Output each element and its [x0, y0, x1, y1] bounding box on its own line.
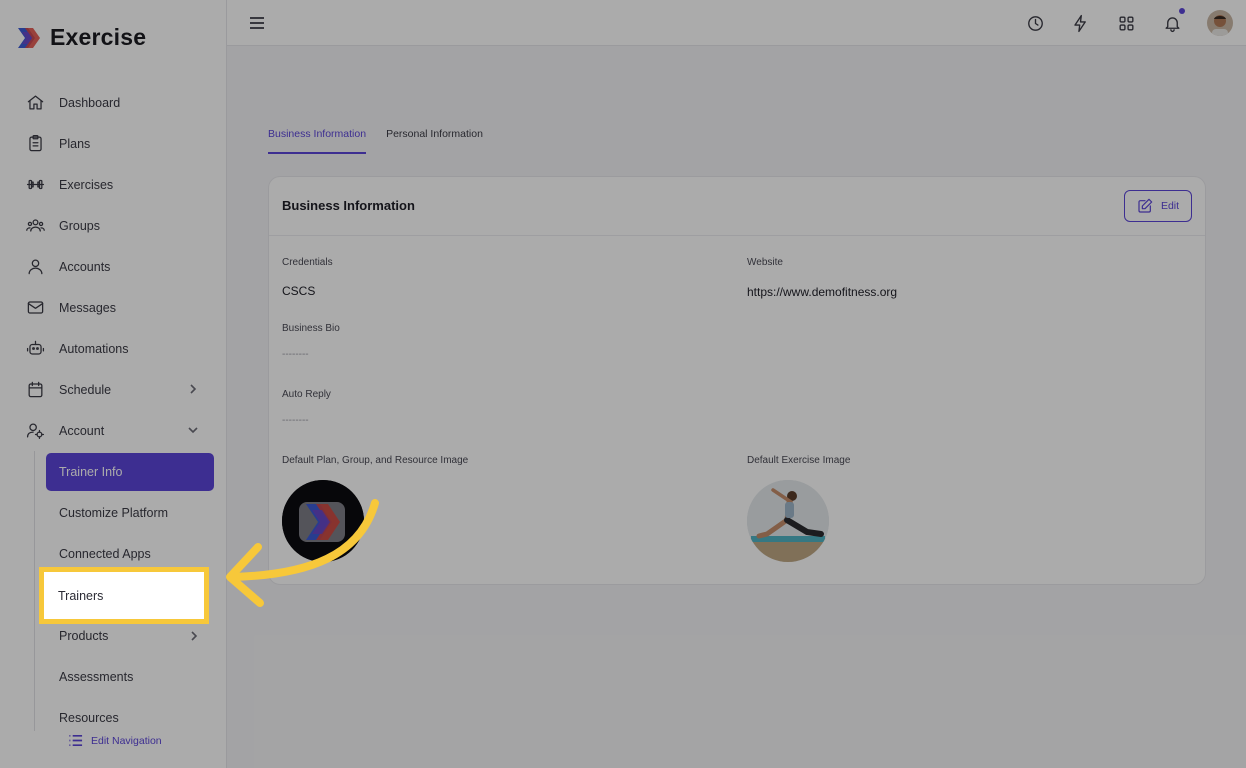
clipboard-icon [25, 134, 45, 154]
tab-business-information[interactable]: Business Information [268, 128, 367, 154]
hamburger-icon [250, 17, 264, 29]
subnav-item-customize-platform[interactable]: Customize Platform [46, 494, 214, 532]
credentials-label: Credentials [282, 257, 333, 268]
default-plan-image-label: Default Plan, Group, and Resource Image [282, 455, 469, 466]
business-information-card: Business Information Edit Credentials CS… [268, 176, 1206, 585]
robot-icon [25, 339, 45, 359]
nav-item-label: Schedule [59, 382, 112, 397]
brand[interactable]: Exercise [16, 24, 146, 51]
menu-toggle-button[interactable] [247, 13, 267, 33]
nav-item-groups[interactable]: Groups [0, 205, 227, 246]
chevron-down-icon [187, 424, 199, 436]
card-header: Business Information Edit [269, 177, 1205, 236]
auto-reply-value: -------- [282, 415, 309, 426]
edit-label: Edit [1160, 200, 1180, 212]
info-tabs: Business Information Personal Informatio… [268, 128, 483, 154]
edit-navigation-label: Edit Navigation [91, 734, 162, 747]
edit-button[interactable]: Edit [1124, 190, 1192, 222]
edit-navigation-link[interactable]: Edit Navigation [68, 733, 162, 748]
nav-item-schedule[interactable]: Schedule [0, 369, 227, 410]
nav-item-dashboard[interactable]: Dashboard [0, 82, 227, 123]
grid-icon [1118, 15, 1134, 31]
topbar [227, 0, 1246, 46]
nav-item-automations[interactable]: Automations [0, 328, 227, 369]
subnav-item-label: Products [59, 629, 109, 643]
nav-item-label: Plans [59, 136, 91, 151]
history-button[interactable] [1024, 12, 1046, 34]
tab-personal-information[interactable]: Personal Information [386, 128, 483, 154]
subnav-item-assessments[interactable]: Assessments [46, 658, 214, 696]
subnav-item-resources[interactable]: Resources [46, 699, 214, 737]
exercise-photo-image [747, 480, 829, 562]
brand-name: Exercise [50, 24, 147, 50]
nav-item-account[interactable]: Account [0, 410, 227, 451]
apps-button[interactable] [1115, 12, 1137, 34]
default-exercise-image-label: Default Exercise Image [747, 455, 851, 466]
notification-dot [1179, 8, 1185, 14]
user-icon [25, 257, 45, 277]
notifications-button[interactable] [1161, 8, 1185, 34]
nav-item-label: Account [59, 423, 105, 438]
clock-icon [1027, 15, 1043, 31]
nav-item-exercises[interactable]: Exercises [0, 164, 227, 205]
business-bio-value: -------- [282, 349, 309, 360]
nav-item-label: Dashboard [59, 95, 121, 110]
credentials-value: CSCS [282, 284, 316, 298]
user-avatar[interactable] [1207, 10, 1233, 36]
brand-logo-image [282, 480, 364, 562]
subnav-item-trainers[interactable]: Trainers [39, 567, 209, 624]
nav-item-label: Groups [59, 218, 100, 233]
nav-item-plans[interactable]: Plans [0, 123, 227, 164]
nav-item-accounts[interactable]: Accounts [0, 246, 227, 287]
nav-item-label: Accounts [59, 259, 111, 274]
users-icon [25, 216, 45, 236]
brand-logo-icon [18, 27, 40, 48]
sidebar: Exercise Dashboard Plans Exercises Group… [0, 0, 227, 768]
mail-icon [25, 298, 45, 318]
chevron-right-icon [187, 383, 199, 395]
list-icon [69, 734, 83, 747]
user-gear-icon [25, 421, 45, 441]
avatar-image [1207, 10, 1233, 36]
bell-icon [1164, 16, 1180, 32]
calendar-icon [25, 380, 45, 400]
dumbbell-icon [25, 175, 45, 195]
website-value: https://www.demofitness.org [747, 285, 898, 299]
subnav-item-trainer-info[interactable]: Trainer Info [46, 453, 214, 491]
quick-actions-button[interactable] [1069, 12, 1091, 34]
edit-icon [1138, 198, 1153, 213]
default-plan-image[interactable] [282, 480, 364, 562]
nav-item-label: Messages [59, 300, 116, 315]
website-label: Website [747, 257, 783, 268]
nav-item-messages[interactable]: Messages [0, 287, 227, 328]
main-nav: Dashboard Plans Exercises Groups Account… [0, 82, 227, 451]
auto-reply-label: Auto Reply [282, 389, 331, 400]
nav-item-label: Exercises [59, 177, 114, 192]
chevron-right-icon [188, 630, 200, 642]
home-icon [25, 93, 45, 113]
card-title: Business Information [282, 198, 415, 213]
lightning-icon [1073, 14, 1086, 32]
default-exercise-image[interactable] [747, 480, 829, 562]
nav-item-label: Automations [59, 341, 129, 356]
business-bio-label: Business Bio [282, 323, 340, 334]
